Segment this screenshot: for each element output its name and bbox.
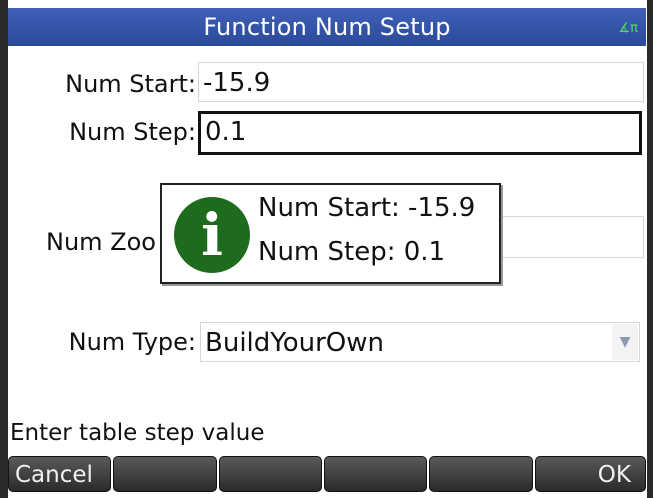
chevron-down-icon[interactable]: ▼ [612, 324, 638, 360]
popup-line-num-step: Num Step: 0.1 [258, 237, 446, 267]
num-zoom-field[interactable] [488, 216, 644, 258]
num-start-field[interactable]: -15.9 [198, 62, 644, 102]
softkey-2[interactable] [113, 456, 217, 492]
num-type-dropdown[interactable]: BuildYourOwn [200, 322, 640, 362]
softkey-4[interactable] [323, 456, 428, 492]
ok-button[interactable]: OK [534, 456, 646, 492]
num-zoom-label: Num Zoo [46, 228, 156, 256]
popup-line-num-start: Num Start: -15.9 [258, 193, 476, 223]
cancel-button[interactable]: Cancel [8, 456, 112, 492]
title-bar: Function Num Setup ∡π [8, 8, 646, 46]
page-title: Function Num Setup [203, 13, 451, 41]
calculator-screen: Function Num Setup ∡π Num Start: -15.9 N… [0, 0, 653, 498]
screen-frame-left [0, 0, 8, 498]
angle-mode-icon: ∡π [618, 21, 638, 36]
softkey-5[interactable] [429, 456, 533, 492]
info-popup[interactable]: i Num Start: -15.9 Num Step: 0.1 [160, 183, 501, 284]
softkey-3[interactable] [218, 456, 322, 492]
num-step-label: Num Step: [69, 118, 196, 146]
screen-frame-right [647, 0, 653, 498]
num-step-field[interactable]: 0.1 [198, 111, 642, 155]
num-start-label: Num Start: [65, 70, 196, 98]
info-icon: i [174, 197, 250, 273]
softkey-bar: Cancel OK [8, 456, 646, 492]
status-hint: Enter table step value [10, 420, 265, 446]
num-type-label: Num Type: [68, 328, 196, 356]
